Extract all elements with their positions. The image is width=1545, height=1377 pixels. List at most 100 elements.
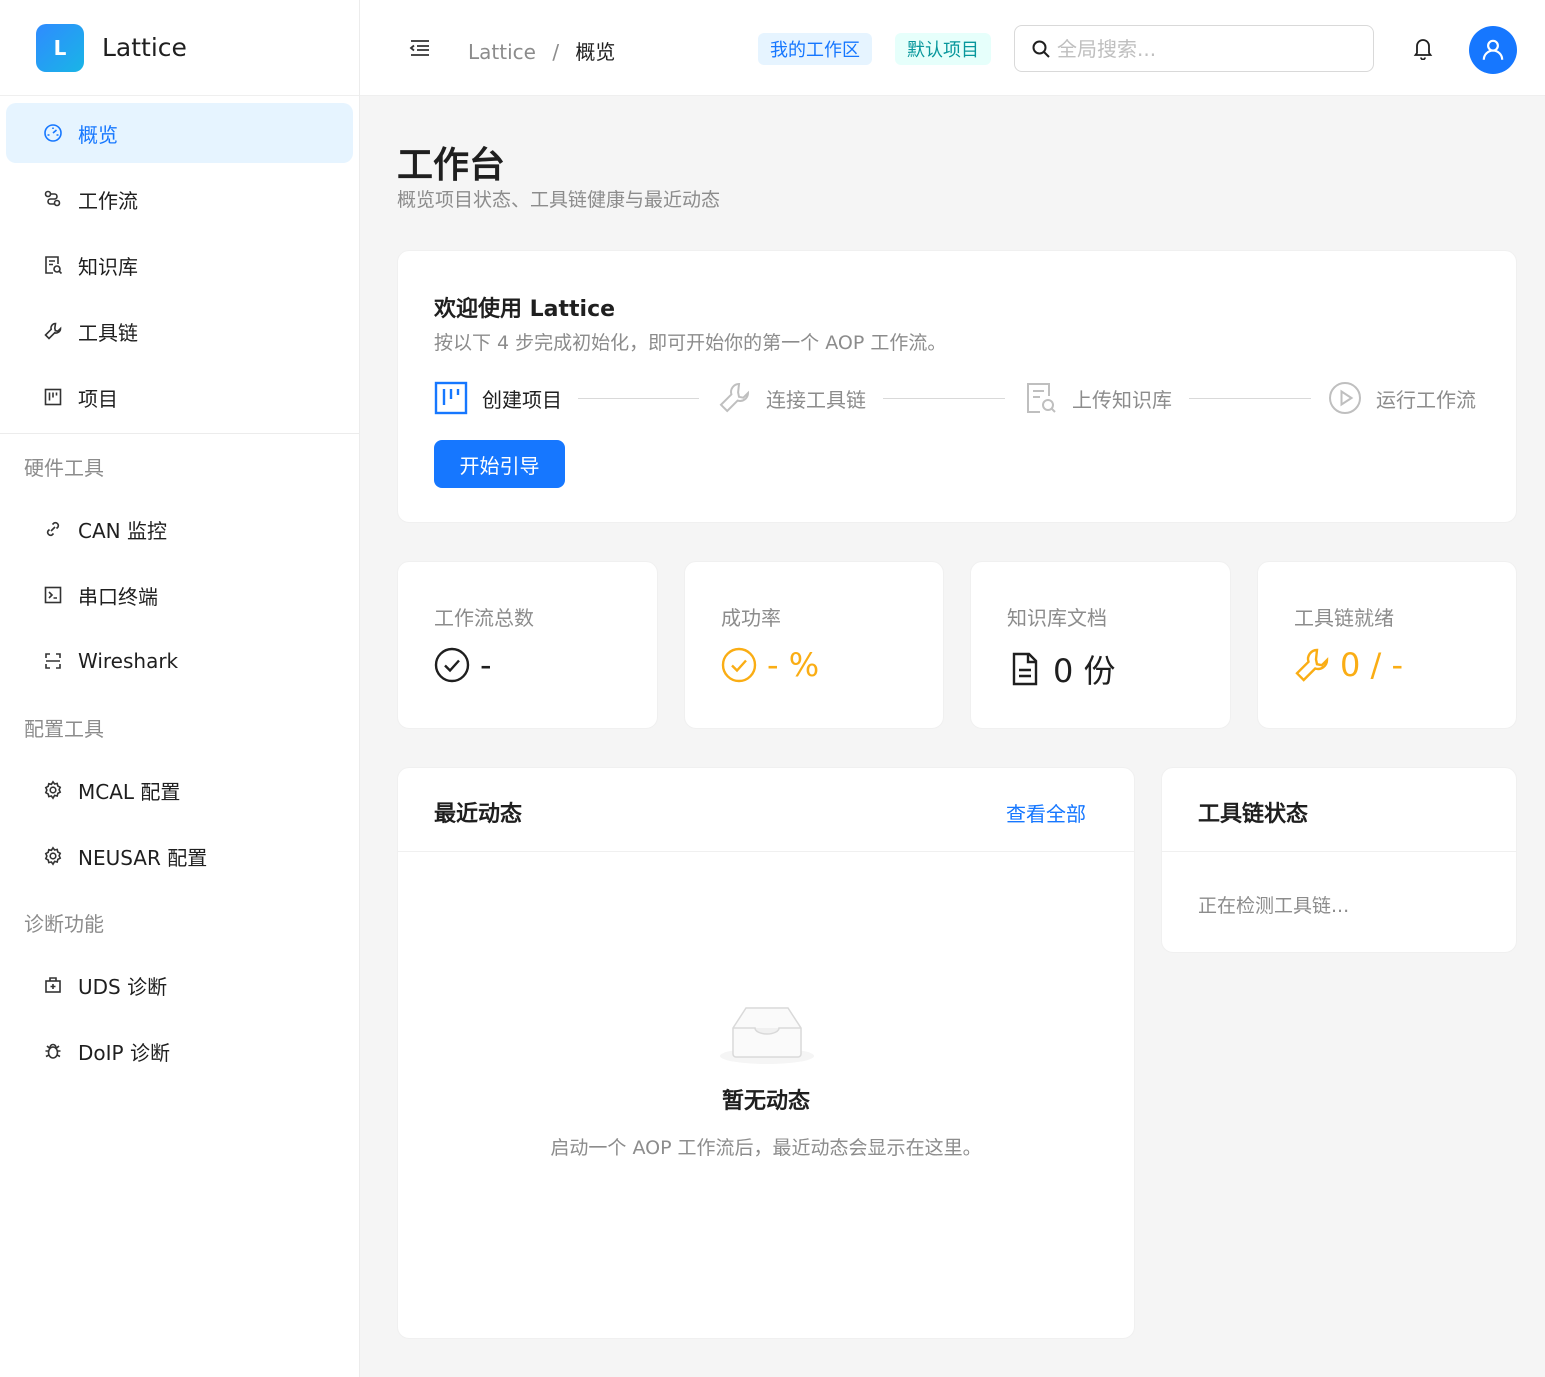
global-search[interactable]: [1014, 25, 1374, 72]
project-tag[interactable]: 默认项目: [895, 33, 991, 65]
step-connector: [578, 398, 699, 399]
file-icon: [1007, 651, 1043, 687]
sidebar-item-label: 概览: [78, 122, 118, 147]
page-subtitle: 概览项目状态、工具链健康与最近动态: [397, 189, 721, 211]
terminal-icon: [42, 584, 64, 606]
project-icon: [434, 381, 468, 415]
search-icon: [1031, 39, 1051, 59]
sidebar-item-label: MCAL 配置: [78, 779, 181, 804]
card-title: 工具链状态: [1198, 802, 1309, 827]
sidebar-item-label: UDS 诊断: [78, 974, 168, 999]
welcome-title: 欢迎使用 Lattice: [434, 297, 616, 322]
step-label: 连接工具链: [766, 387, 866, 412]
sidebar-item-neusar-config[interactable]: NEUSAR 配置: [6, 826, 353, 886]
sidebar-item-label: DoIP 诊断: [78, 1040, 170, 1065]
welcome-card: 欢迎使用 Lattice 按以下 4 步完成初始化，即可开始你的第一个 AOP …: [397, 250, 1517, 523]
sidebar-item-serial-terminal[interactable]: 串口终端: [6, 565, 353, 625]
toolchain-status-text: 正在检测工具链...: [1198, 895, 1350, 917]
sidebar-item-mcal-config[interactable]: MCAL 配置: [6, 760, 353, 820]
view-all-link[interactable]: 查看全部: [1006, 798, 1086, 827]
dashboard-icon: [42, 122, 64, 144]
empty-title: 暂无动态: [721, 1089, 810, 1114]
step-label: 上传知识库: [1072, 387, 1172, 412]
link-icon: [42, 518, 64, 540]
card-header: 最近动态 查看全部: [398, 768, 1134, 852]
search-input[interactable]: [1057, 36, 1357, 61]
avatar[interactable]: [1469, 26, 1517, 74]
stat-card-toolchain-ready: 工具链就绪 0 / -: [1257, 561, 1517, 729]
medical-box-icon: [42, 974, 64, 996]
menu-fold-icon[interactable]: [408, 36, 432, 60]
sidebar-item-workflow[interactable]: 工作流: [6, 169, 353, 229]
breadcrumb-current: 概览: [575, 40, 616, 64]
brand[interactable]: L Lattice: [0, 0, 359, 96]
group-title-config: 配置工具: [24, 717, 104, 741]
start-guide-button[interactable]: 开始引导: [434, 440, 565, 488]
stat-value: - %: [767, 646, 820, 684]
bell-icon[interactable]: [1412, 36, 1434, 61]
sidebar-item-project[interactable]: 项目: [6, 367, 353, 427]
stat-label: 知识库文档: [1007, 606, 1107, 630]
stat-card-workflow-total: 工作流总数 -: [397, 561, 658, 729]
group-title-diagnostics: 诊断功能: [24, 912, 104, 936]
sidebar-item-toolchain[interactable]: 工具链: [6, 301, 353, 361]
step-connector: [1189, 398, 1311, 399]
toolchain-status-card: 工具链状态 正在检测工具链...: [1161, 767, 1517, 953]
stat-value-row: -: [434, 646, 492, 684]
wrench-icon: [1294, 647, 1330, 683]
wrench-icon: [42, 320, 64, 342]
scan-icon: [42, 650, 64, 672]
card-header: 工具链状态: [1162, 768, 1516, 852]
card-title: 最近动态: [434, 802, 523, 827]
stat-card-knowledge-docs: 知识库文档 0 份: [970, 561, 1231, 729]
project-icon: [42, 386, 64, 408]
workspace-tag[interactable]: 我的工作区: [758, 33, 872, 65]
stat-value-row: 0 份: [1007, 646, 1116, 692]
sidebar-item-wireshark[interactable]: Wireshark: [6, 631, 353, 691]
stat-card-success-rate: 成功率 - %: [684, 561, 944, 729]
sidebar-item-label: 工作流: [78, 188, 138, 213]
stat-value-row: 0 / -: [1294, 646, 1403, 684]
sidebar-item-knowledge[interactable]: 知识库: [6, 235, 353, 295]
sidebar-item-label: 串口终端: [78, 584, 158, 609]
sidebar-item-doip-diagnostics[interactable]: DoIP 诊断: [6, 1021, 353, 1081]
welcome-subtitle: 按以下 4 步完成初始化，即可开始你的第一个 AOP 工作流。: [434, 332, 947, 354]
stat-value: 0 份: [1053, 652, 1116, 690]
page-title: 工作台: [397, 145, 506, 186]
empty-description: 启动一个 AOP 工作流后，最近动态会显示在这里。: [550, 1137, 982, 1159]
knowledge-icon: [42, 254, 64, 276]
step-connect-toolchain[interactable]: 连接工具链: [718, 381, 866, 415]
stat-value: 0 / -: [1340, 646, 1404, 684]
step-run-workflow[interactable]: 运行工作流: [1328, 381, 1476, 415]
step-upload-knowledge[interactable]: 上传知识库: [1024, 381, 1172, 415]
knowledge-icon: [1024, 381, 1058, 415]
recent-activity-card: 最近动态 查看全部 暂无动态 启动一个 AOP 工作流后，最近动态会显示在这里。: [397, 767, 1135, 1339]
sidebar-divider: [0, 433, 359, 434]
sidebar-item-label: 知识库: [78, 254, 138, 279]
sidebar-item-uds-diagnostics[interactable]: UDS 诊断: [6, 955, 353, 1015]
breadcrumb-root[interactable]: Lattice: [468, 40, 536, 64]
step-label: 运行工作流: [1376, 387, 1476, 412]
stat-value: -: [480, 646, 492, 684]
breadcrumb: Lattice / 概览: [468, 36, 615, 65]
step-create-project[interactable]: 创建项目: [434, 381, 562, 415]
wrench-icon: [718, 381, 752, 415]
stat-label: 工作流总数: [434, 606, 534, 630]
step-connector: [883, 398, 1005, 399]
sidebar-item-label: NEUSAR 配置: [78, 845, 208, 870]
check-circle-icon: [721, 647, 757, 683]
sidebar-item-can-monitor[interactable]: CAN 监控: [6, 499, 353, 559]
sidebar-item-label: 项目: [78, 386, 118, 411]
play-circle-icon: [1328, 381, 1362, 415]
stat-value-row: - %: [721, 646, 819, 684]
gear-icon: [42, 779, 64, 801]
step-label: 创建项目: [482, 387, 562, 412]
workflow-icon: [42, 188, 64, 210]
stat-label: 成功率: [721, 606, 781, 630]
sidebar-item-label: Wireshark: [78, 649, 179, 673]
bug-icon: [42, 1040, 64, 1062]
stat-label: 工具链就绪: [1294, 606, 1394, 630]
sidebar-item-overview[interactable]: 概览: [6, 103, 353, 163]
check-circle-icon: [434, 647, 470, 683]
top-header: Lattice / 概览 我的工作区 默认项目: [360, 0, 1545, 96]
